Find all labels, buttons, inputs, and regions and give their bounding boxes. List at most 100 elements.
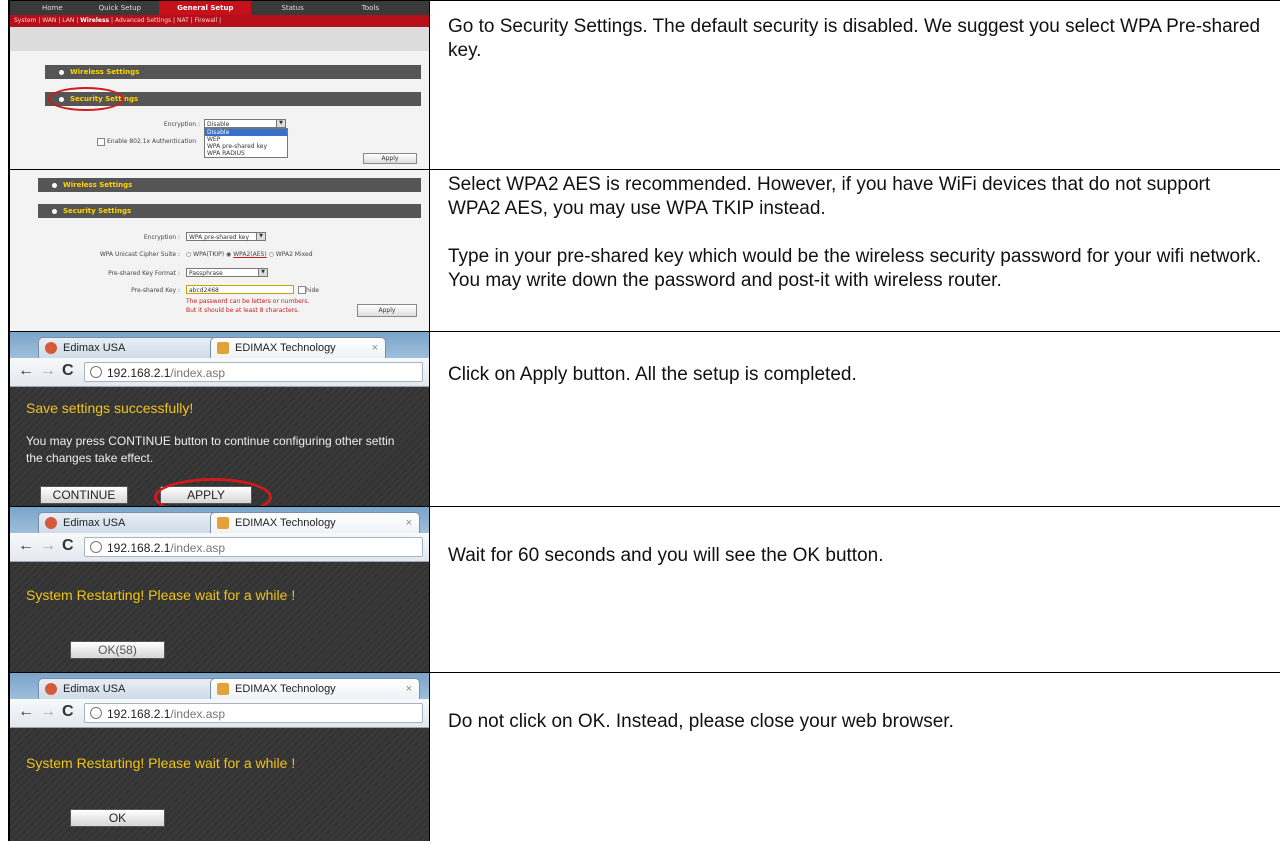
page-content: System Restarting! Please wait for a whi… — [10, 728, 429, 841]
highlight-ring — [154, 478, 272, 506]
browser-tab-bar: Edimax USA× EDIMAX Technology× — [10, 332, 429, 358]
instruction-cell: Go to Security Settings. The default sec… — [430, 1, 1280, 169]
reload-icon[interactable]: C — [62, 362, 74, 380]
forward-arrow-icon[interactable]: → — [40, 703, 56, 721]
browser-tab-bar: Edimax USA× EDIMAX Technology× — [10, 507, 429, 533]
reload-icon[interactable]: C — [62, 703, 74, 721]
wireless-settings-band[interactable]: Wireless Settings — [45, 65, 421, 79]
encryption-label: Encryption : — [163, 121, 200, 128]
router-screenshot-2: Wireless Settings Security Settings Encr… — [10, 170, 430, 331]
tab-edimax-usa[interactable]: Edimax USA× — [38, 337, 226, 358]
forward-arrow-icon[interactable]: → — [40, 537, 56, 555]
site-favicon-icon — [45, 683, 57, 695]
subnav-links-more[interactable]: | Advanced Settings | NAT | Firewall | — [109, 17, 221, 24]
router-screenshot-1: Home Quick Setup General Setup Status To… — [10, 1, 430, 169]
radio-icon — [52, 208, 57, 214]
save-success-message: Save settings successfully! — [26, 400, 194, 416]
close-icon[interactable]: × — [372, 338, 378, 358]
nav-tools[interactable]: Tools — [322, 4, 397, 12]
continue-button[interactable]: CONTINUE — [40, 486, 128, 504]
instruction-cell: Select WPA2 AES is recommended. However,… — [430, 170, 1280, 331]
nav-general-setup[interactable]: General Setup — [159, 1, 252, 15]
tab-edimax-technology[interactable]: EDIMAX Technology × — [210, 337, 386, 358]
continue-hint-line-1: You may press CONTINUE button to continu… — [26, 434, 395, 448]
option-wpa-psk[interactable]: WPA pre-shared key — [205, 143, 287, 150]
forward-arrow-icon[interactable]: → — [40, 362, 56, 380]
table-row: Edimax USA× EDIMAX Technology× ← → C 192… — [10, 507, 1280, 673]
security-settings-band[interactable]: Security Settings — [38, 204, 421, 218]
site-favicon-icon — [45, 517, 57, 529]
option-wpa-radius[interactable]: WPA RADIUS — [205, 150, 287, 157]
nav-status[interactable]: Status — [251, 4, 321, 12]
table-row: Edimax USA× EDIMAX Technology× ← → C 192… — [10, 332, 1280, 507]
key-format-select[interactable]: Passphrase ▼ — [186, 268, 268, 277]
encryption-label: Encryption : — [143, 234, 180, 241]
restarting-message: System Restarting! Please wait for a whi… — [26, 755, 296, 771]
wireless-settings-band[interactable]: Wireless Settings — [38, 178, 421, 192]
option-disable[interactable]: Disable — [205, 129, 287, 136]
chevron-down-icon: ▼ — [276, 120, 285, 127]
router-top-nav: Home Quick Setup General Setup Status To… — [10, 1, 429, 15]
browser-toolbar: ← → C 192.168.2.1/index.asp — [10, 699, 429, 728]
address-bar[interactable]: 192.168.2.1/index.asp — [84, 362, 423, 382]
option-wep[interactable]: WEP — [205, 136, 287, 143]
instruction-text: Wait for 60 seconds and you will see the… — [448, 545, 884, 566]
bullet-icon — [52, 182, 57, 188]
subnav-links[interactable]: System | WAN | LAN | — [14, 17, 80, 24]
reload-icon[interactable]: C — [62, 537, 74, 555]
browser-toolbar: ← → C 192.168.2.1/index.asp — [10, 358, 429, 387]
psk-input[interactable]: abcd2468 — [186, 285, 294, 294]
psk-note-2: But it should be at least 8 characters. — [186, 307, 300, 314]
browser-screenshot-1: Edimax USA× EDIMAX Technology× ← → C 192… — [10, 332, 430, 506]
nav-quick-setup[interactable]: Quick Setup — [81, 4, 159, 12]
nav-home[interactable]: Home — [10, 4, 81, 12]
continue-hint-line-2: the changes take effect. — [26, 451, 154, 465]
instruction-text: Type in your pre-shared key which would … — [448, 246, 1262, 291]
encryption-select[interactable]: WPA pre-shared key ▼ — [186, 232, 266, 241]
subnav-wireless[interactable]: Wireless — [80, 17, 109, 24]
tab-edimax-technology[interactable]: EDIMAX Technology × — [210, 512, 420, 533]
encryption-select[interactable]: Disable ▼ — [204, 119, 286, 128]
close-icon[interactable]: × — [406, 513, 412, 533]
instruction-text: Click on Apply button. All the setup is … — [448, 364, 857, 385]
router-sub-nav: System | WAN | LAN | Wireless | Advanced… — [10, 15, 429, 27]
back-arrow-icon[interactable]: ← — [18, 537, 34, 555]
instruction-cell: Do not click on OK. Instead, please clos… — [430, 673, 1280, 841]
site-favicon-icon — [217, 517, 229, 529]
globe-icon — [90, 541, 102, 553]
key-format-label: Pre-shared Key Format : — [108, 270, 180, 277]
bullet-icon — [59, 69, 64, 75]
tab-edimax-usa[interactable]: Edimax USA× — [38, 512, 226, 533]
highlight-ring — [48, 87, 124, 111]
enable-8021x-checkbox[interactable] — [97, 138, 105, 146]
chevron-down-icon: ▼ — [256, 233, 265, 240]
tab-edimax-technology[interactable]: EDIMAX Technology × — [210, 678, 420, 699]
radio-icon[interactable]: ○ — [186, 251, 191, 258]
site-favicon-icon — [217, 683, 229, 695]
site-favicon-icon — [217, 342, 229, 354]
page-content: Save settings successfully! You may pres… — [10, 387, 429, 506]
page-content: System Restarting! Please wait for a whi… — [10, 562, 429, 672]
restarting-message: System Restarting! Please wait for a whi… — [26, 587, 296, 603]
instruction-text: Do not click on OK. Instead, please clos… — [448, 711, 954, 732]
address-bar[interactable]: 192.168.2.1/index.asp — [84, 537, 423, 557]
tab-edimax-usa[interactable]: Edimax USA× — [38, 678, 226, 699]
ok-countdown-button[interactable]: OK(58) — [70, 641, 165, 659]
radio-icon[interactable]: ○ — [269, 251, 274, 258]
back-arrow-icon[interactable]: ← — [18, 703, 34, 721]
ok-button[interactable]: OK — [70, 809, 165, 827]
globe-icon — [90, 707, 102, 719]
table-row: Home Quick Setup General Setup Status To… — [10, 1, 1280, 170]
back-arrow-icon[interactable]: ← — [18, 362, 34, 380]
table-row: Edimax USA× EDIMAX Technology× ← → C 192… — [10, 673, 1280, 841]
apply-button[interactable]: Apply — [363, 153, 417, 164]
apply-button[interactable]: Apply — [357, 304, 417, 317]
site-favicon-icon — [45, 342, 57, 354]
close-icon[interactable]: × — [406, 679, 412, 699]
browser-screenshot-3: Edimax USA× EDIMAX Technology× ← → C 192… — [10, 673, 430, 841]
address-bar[interactable]: 192.168.2.1/index.asp — [84, 703, 423, 723]
cipher-suite-options[interactable]: ○ WPA(TKIP) ◉ WPA2(AES) ○ WPA2 Mixed — [186, 251, 313, 258]
instruction-cell: Wait for 60 seconds and you will see the… — [430, 507, 1280, 672]
hide-checkbox[interactable] — [298, 286, 306, 294]
radio-selected-icon[interactable]: ◉ — [226, 251, 231, 258]
